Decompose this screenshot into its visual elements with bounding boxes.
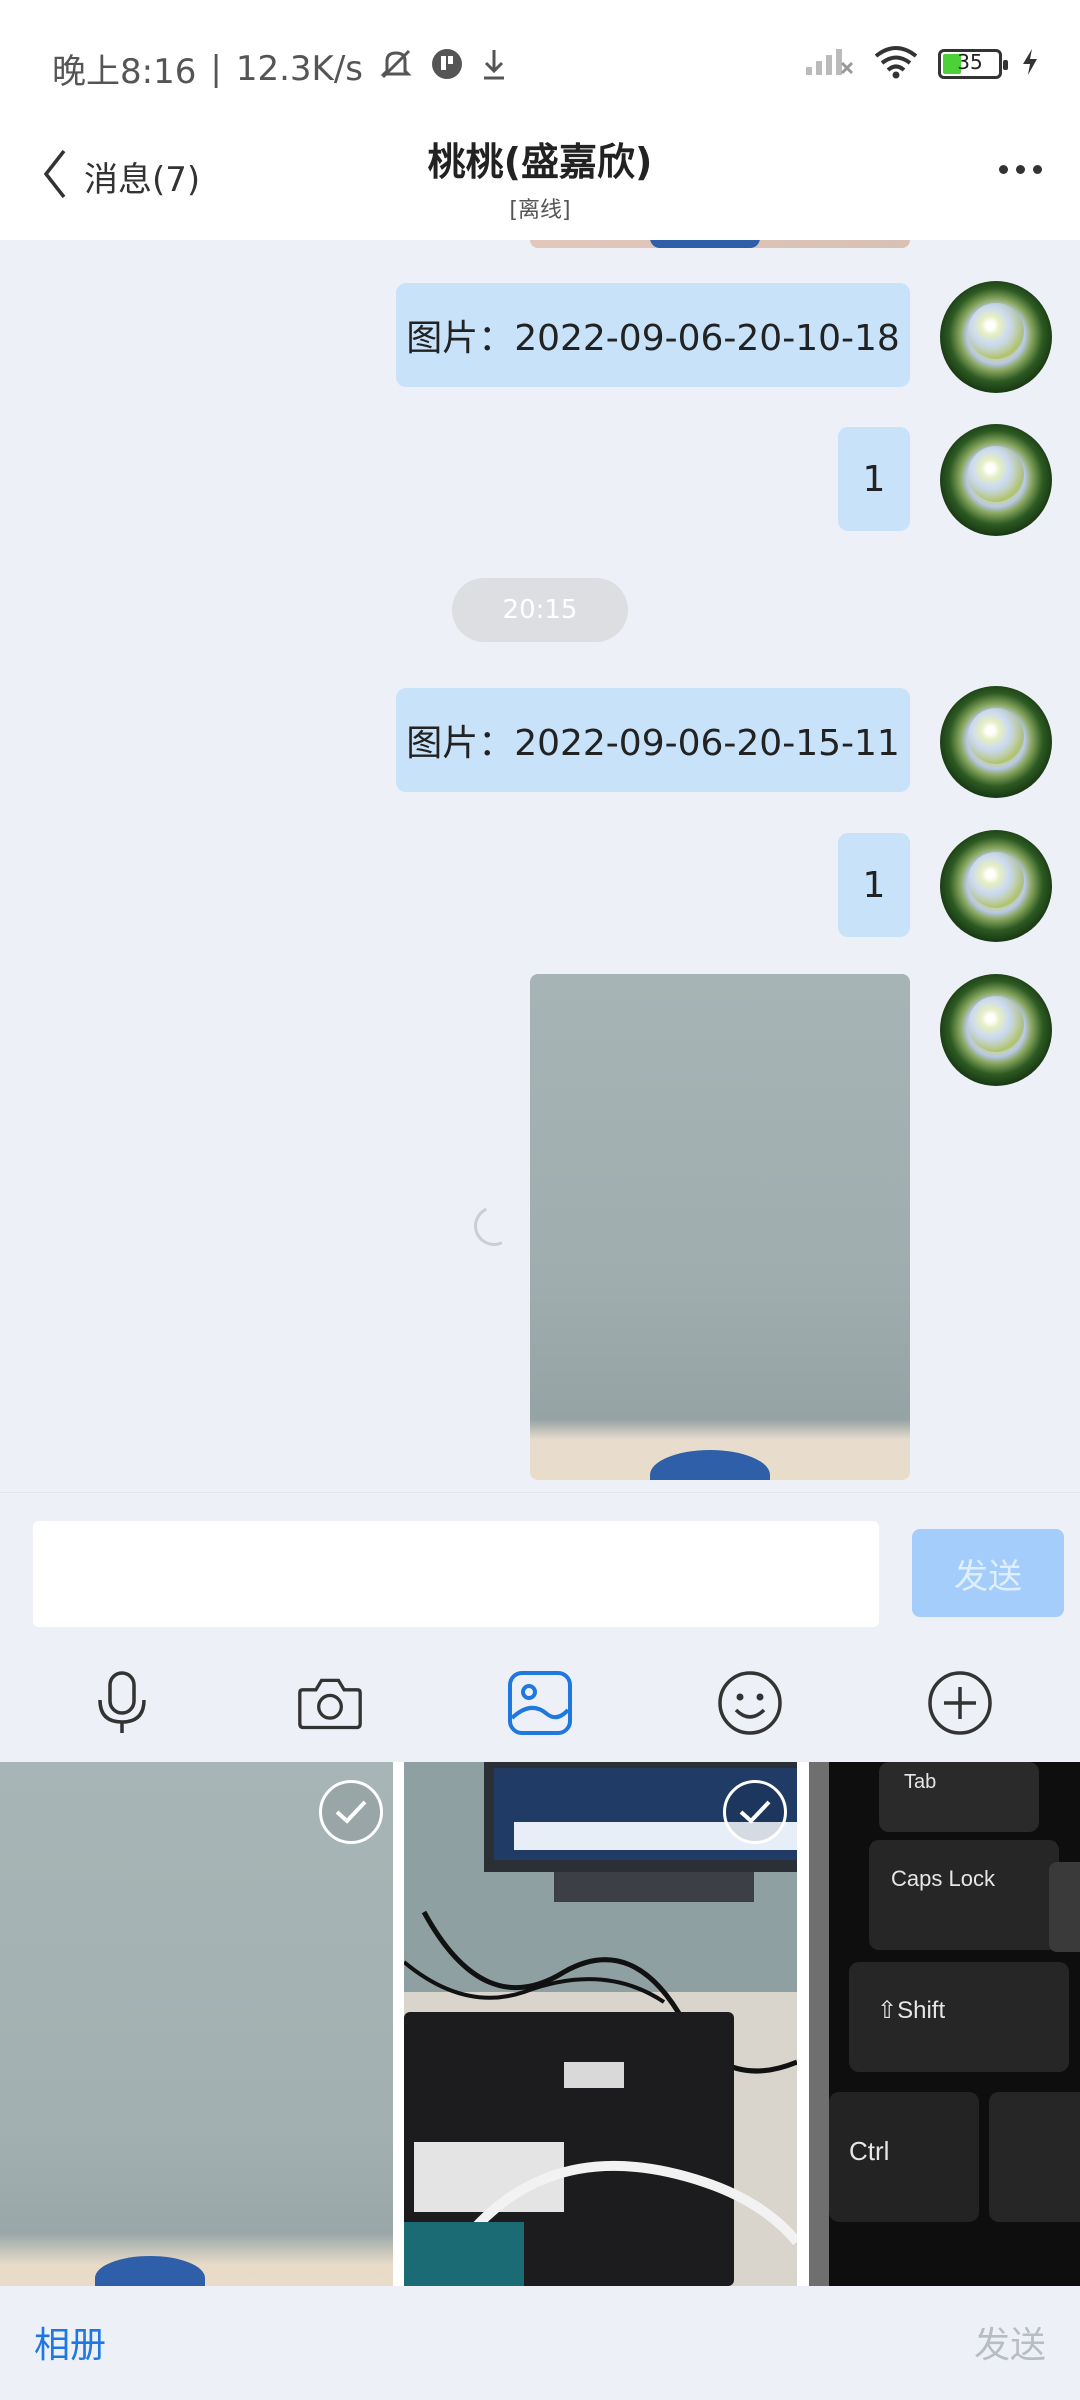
picker-send-button[interactable]: 发送: [974, 2316, 1046, 2368]
svg-text:⇧Shift: ⇧Shift: [877, 1997, 945, 2024]
camera-icon[interactable]: [297, 1670, 363, 1736]
wifi-icon: [872, 44, 920, 84]
timestamp-divider: 20:15: [452, 578, 628, 642]
message-bubble[interactable]: 1: [838, 427, 910, 531]
input-toolbar: [0, 1642, 1080, 1762]
selection-check-icon[interactable]: [319, 1780, 383, 1844]
picker-bottom-bar: 相册 发送: [0, 2286, 1080, 2400]
photo-thumbnail[interactable]: Tab Caps Lock ⇧Shift Ctrl: [809, 1762, 1080, 2286]
more-options-icon[interactable]: [999, 165, 1042, 174]
image-message[interactable]: [530, 974, 910, 1480]
app-notification-icon: [429, 46, 465, 91]
sending-spinner: [468, 1200, 520, 1252]
message-text: 图片：2022-09-06-20-15-11: [406, 723, 900, 764]
status-left: 晚上8:16 | 12.3K/s: [52, 44, 509, 93]
message-bubble[interactable]: 1: [838, 833, 910, 937]
photo-picker: Tab Caps Lock ⇧Shift Ctrl: [0, 1762, 1080, 2286]
image-content: [650, 1450, 770, 1480]
message-text: 1: [862, 458, 886, 500]
mute-icon: [377, 45, 415, 92]
title-block: 桃桃(盛嘉欣) [离线]: [0, 131, 1080, 224]
avatar[interactable]: [940, 686, 1052, 798]
photo-content: [95, 2256, 205, 2286]
svg-text:Ctrl: Ctrl: [849, 2136, 889, 2166]
album-button[interactable]: 相册: [34, 2316, 106, 2368]
status-bar: 晚上8:16 | 12.3K/s 35: [0, 0, 1080, 125]
message-text: 图片：2022-09-06-20-10-18: [406, 318, 900, 359]
avatar[interactable]: [940, 830, 1052, 942]
timestamp-text: 20:15: [502, 595, 578, 625]
photo-thumbnail[interactable]: [0, 1762, 393, 2286]
battery-icon: 35: [938, 49, 1008, 79]
battery-text: 35: [957, 50, 983, 74]
status-right: 35: [804, 44, 1040, 84]
chat-header: 消息(7) 桃桃(盛嘉欣) [离线]: [0, 125, 1080, 240]
plus-icon[interactable]: [927, 1670, 993, 1736]
avatar[interactable]: [940, 281, 1052, 393]
message-bubble[interactable]: 图片：2022-09-06-20-10-18: [396, 283, 910, 387]
svg-text:Tab: Tab: [904, 1771, 936, 1793]
avatar[interactable]: [940, 424, 1052, 536]
image-icon[interactable]: [507, 1670, 573, 1736]
network-speed: 12.3K/s: [235, 48, 363, 89]
send-button[interactable]: 发送: [912, 1529, 1064, 1617]
selection-check-icon[interactable]: [723, 1780, 787, 1844]
online-status: [离线]: [509, 198, 571, 223]
message-text: 1: [862, 864, 886, 906]
signal-icon: [804, 47, 854, 81]
photo-thumbnail[interactable]: [404, 1762, 797, 2286]
message-bubble[interactable]: 图片：2022-09-06-20-15-11: [396, 688, 910, 792]
microphone-icon[interactable]: [89, 1670, 155, 1736]
avatar[interactable]: [940, 974, 1052, 1086]
status-divider: |: [210, 48, 222, 89]
charging-icon: [1020, 47, 1040, 81]
message-list[interactable]: 图片：2022-09-06-20-10-18 1 20:15 图片：2022-0…: [0, 240, 1080, 1492]
chat-title: 桃桃(盛嘉欣): [427, 140, 653, 184]
status-time: 晚上8:16: [52, 52, 197, 92]
photo-content: [404, 1762, 797, 2286]
svg-text:Caps Lock: Caps Lock: [891, 1866, 996, 1891]
message-input[interactable]: [33, 1521, 879, 1627]
composer: 发送: [0, 1492, 1080, 1642]
download-icon: [479, 46, 509, 91]
photo-content: Tab Caps Lock ⇧Shift Ctrl: [809, 1762, 1080, 2286]
emoji-icon[interactable]: [717, 1670, 783, 1736]
previous-image-message[interactable]: [530, 240, 910, 248]
